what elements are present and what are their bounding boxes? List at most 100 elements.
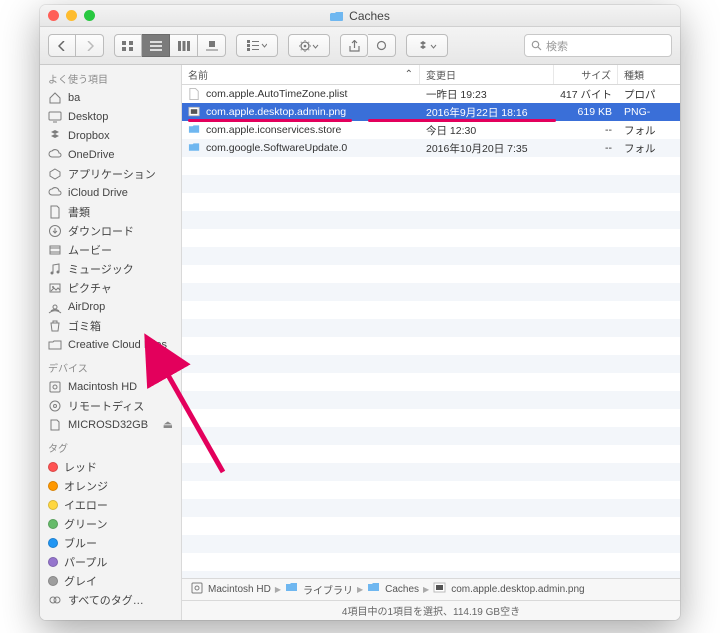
close-button[interactable] <box>48 10 59 21</box>
cloud-icon <box>48 148 62 162</box>
file-name: com.google.SoftwareUpdate.0 <box>206 142 347 154</box>
sidebar-item-label: iCloud Drive <box>68 187 128 199</box>
folder-icon <box>330 10 344 22</box>
action-button[interactable] <box>288 34 330 57</box>
finder-window: Caches 検索 <box>40 5 680 620</box>
sidebar-item[interactable]: ムービー <box>40 240 181 259</box>
sidebar-item[interactable]: ba <box>40 88 181 107</box>
column-view-button[interactable] <box>170 34 198 57</box>
folder-file-icon <box>188 124 201 137</box>
sidebar-item[interactable]: ピクチャ <box>40 278 181 297</box>
sidebar-heading: よく使う項目 <box>40 65 181 88</box>
sidebar-item[interactable]: ダウンロード <box>40 221 181 240</box>
file-row[interactable]: com.google.SoftwareUpdate.0 2016年10月20日 7… <box>182 139 680 157</box>
tag-dot-icon <box>48 557 58 567</box>
sidebar-item[interactable]: AirDrop <box>40 297 181 316</box>
col-modified[interactable]: 変更日 <box>420 65 554 84</box>
picture-icon <box>48 281 62 295</box>
cloud-icon <box>48 186 62 200</box>
sidebar-item-label: Dropbox <box>68 130 110 142</box>
sidebar-item-label: ミュージック <box>68 261 134 277</box>
arrange-button[interactable] <box>236 34 278 57</box>
download-icon <box>48 224 62 238</box>
zoom-button[interactable] <box>84 10 95 21</box>
disk-icon <box>48 380 62 394</box>
annotation-underline-left <box>188 119 352 122</box>
sidebar-item[interactable]: ブルー <box>40 533 181 552</box>
movie-icon <box>48 243 62 257</box>
share-button[interactable] <box>340 34 368 57</box>
view-group <box>114 34 226 57</box>
sidebar-item[interactable]: Dropbox <box>40 126 181 145</box>
sidebar-item-label: Creative Cloud Files <box>68 339 167 351</box>
sidebar-item[interactable]: MICROSD32GB⏏ <box>40 415 181 434</box>
file-size: -- <box>605 124 612 136</box>
sidebar-item[interactable]: iCloud Drive <box>40 183 181 202</box>
doc-icon <box>48 205 62 219</box>
sidebar-item-label: グレイ <box>64 573 97 589</box>
sidebar-item[interactable]: ゴミ箱 <box>40 316 181 335</box>
col-size[interactable]: サイズ <box>554 65 618 84</box>
icon-view-button[interactable] <box>114 34 142 57</box>
eject-icon[interactable]: ⏏ <box>163 418 173 431</box>
file-modified: 一昨日 19:23 <box>426 87 487 102</box>
sidebar-item[interactable]: リモートディス <box>40 396 181 415</box>
tags-button[interactable] <box>368 34 396 57</box>
disk-icon <box>190 581 204 598</box>
sidebar-item-label: AirDrop <box>68 301 105 313</box>
sidebar-heading: デバイス <box>40 354 181 377</box>
sidebar-item[interactable]: すべてのタグ… <box>40 590 181 609</box>
path-label: com.apple.desktop.admin.png <box>451 584 584 595</box>
sidebar-item-label: ba <box>68 92 80 104</box>
minimize-button[interactable] <box>66 10 77 21</box>
search-field[interactable]: 検索 <box>524 34 672 57</box>
file-name: com.apple.desktop.admin.png <box>206 106 346 118</box>
path-segment[interactable]: com.apple.desktop.admin.png <box>433 581 584 598</box>
dropbox-button[interactable] <box>406 34 448 57</box>
content-area: 名前⌃ 変更日 サイズ 種類 com.apple.AutoTimeZone.pl… <box>182 65 680 620</box>
sidebar-item[interactable]: Creative Cloud Files <box>40 335 181 354</box>
forward-button[interactable] <box>76 34 104 57</box>
path-segment[interactable]: ライブラリ <box>285 581 353 598</box>
back-button[interactable] <box>48 34 76 57</box>
titlebar: Caches <box>40 5 680 27</box>
file-kind: フォル <box>624 123 656 138</box>
sidebar-item[interactable]: ミュージック <box>40 259 181 278</box>
sidebar-item[interactable]: グリーン <box>40 514 181 533</box>
sidebar-item-label: リモートディス <box>68 398 144 414</box>
col-name[interactable]: 名前⌃ <box>182 65 420 84</box>
file-row[interactable]: com.apple.iconservices.store今日 12:30--フォ… <box>182 121 680 139</box>
dropbox-icon <box>48 129 62 143</box>
path-segment[interactable]: Caches <box>367 581 419 598</box>
list-view-button[interactable] <box>142 34 170 57</box>
col-kind[interactable]: 種類 <box>618 65 680 84</box>
sidebar-item-label: ゴミ箱 <box>68 318 101 334</box>
file-name: com.apple.AutoTimeZone.plist <box>206 88 347 100</box>
path-segment[interactable]: Macintosh HD <box>190 581 271 598</box>
sidebar-item[interactable]: イエロー <box>40 495 181 514</box>
sidebar-item[interactable]: オレンジ <box>40 476 181 495</box>
file-modified: 2016年10月20日 7:35 <box>426 141 528 156</box>
sidebar-item-label: グリーン <box>64 516 107 532</box>
sidebar-heading: タグ <box>40 434 181 457</box>
sidebar-item-label: Macintosh HD <box>68 381 137 393</box>
sidebar-item[interactable]: アプリケーション <box>40 164 181 183</box>
sidebar-item[interactable]: OneDrive <box>40 145 181 164</box>
tag-dot-icon <box>48 481 58 491</box>
file-list[interactable]: com.apple.AutoTimeZone.plist一昨日 19:23417… <box>182 85 680 578</box>
coverflow-view-button[interactable] <box>198 34 226 57</box>
sidebar-item[interactable]: グレイ <box>40 571 181 590</box>
file-size: 619 KB <box>578 106 612 118</box>
sidebar-item[interactable]: Macintosh HD <box>40 377 181 396</box>
sidebar-item-label: レッド <box>64 459 97 475</box>
sidebar-item[interactable]: パープル <box>40 552 181 571</box>
window-title: Caches <box>349 9 390 23</box>
sidebar-item[interactable]: Desktop <box>40 107 181 126</box>
sidebar-item[interactable]: 書類 <box>40 202 181 221</box>
sidebar-item[interactable]: レッド <box>40 457 181 476</box>
folder-file-icon <box>188 142 201 155</box>
airdrop-icon <box>48 300 62 314</box>
file-row[interactable]: com.apple.AutoTimeZone.plist一昨日 19:23417… <box>182 85 680 103</box>
tag-dot-icon <box>48 576 58 586</box>
sidebar-item-label: イエロー <box>64 497 108 513</box>
